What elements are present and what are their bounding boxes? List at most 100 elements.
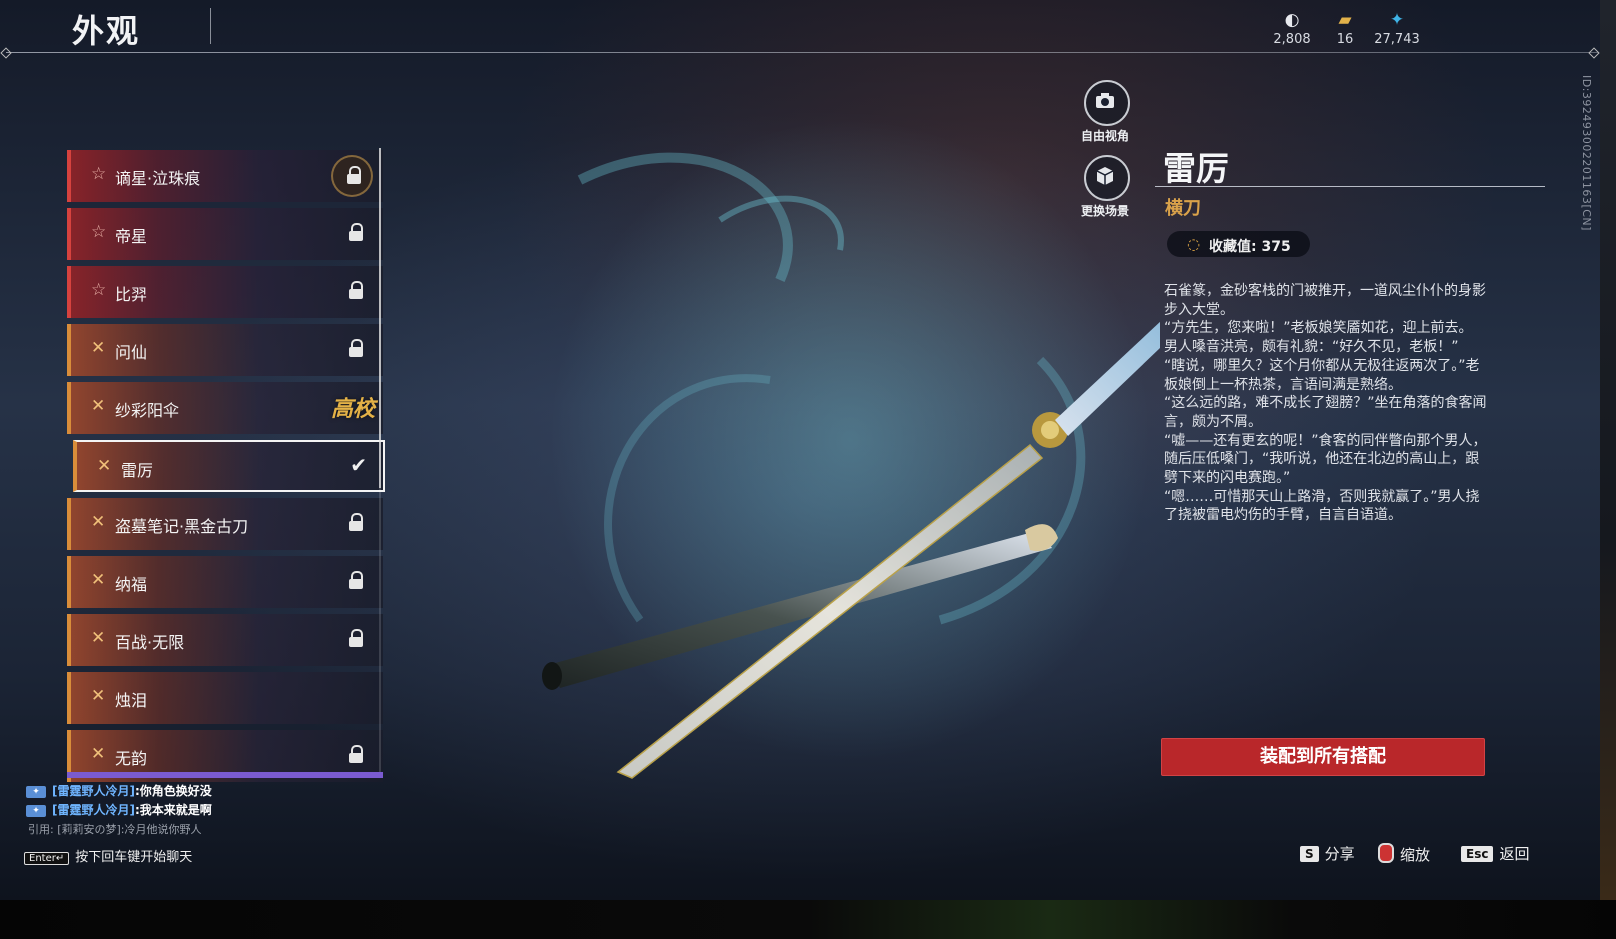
lore-paragraph: 石雀篆，金砂客栈的门被推开，一道风尘仆仆的身影步入大堂。 bbox=[1164, 283, 1486, 318]
camera-icon bbox=[1096, 93, 1114, 108]
star-outline-icon: ☆ bbox=[91, 222, 107, 242]
lock-icon bbox=[349, 339, 363, 357]
change-scene-label: 更换场景 bbox=[1080, 204, 1129, 218]
item-label: 盗墓笔记·黑金古刀 bbox=[115, 517, 249, 536]
item-label: 谪星·泣珠痕 bbox=[115, 169, 201, 188]
title-divider bbox=[210, 8, 211, 44]
chat-sender[interactable]: [雷霆野人冷月] bbox=[52, 803, 135, 817]
crossed-swords-icon: ✕ bbox=[97, 456, 112, 476]
item-label: 帝星 bbox=[115, 227, 148, 246]
list-item[interactable]: ✕ 纱彩阳伞 高校 bbox=[67, 382, 383, 434]
list-item[interactable]: ✕ 烛泪 bbox=[67, 672, 383, 724]
gold-ticket-icon: ▰ bbox=[1338, 10, 1352, 30]
collection-value: 收藏值: 375 bbox=[1209, 239, 1291, 255]
name-divider bbox=[1155, 186, 1545, 187]
back-hotkey[interactable]: Esc 返回 bbox=[1461, 843, 1529, 864]
weapon-model[interactable] bbox=[520, 60, 1160, 860]
item-label: 烛泪 bbox=[115, 691, 148, 710]
channel-tag-icon: ✦ bbox=[26, 804, 46, 817]
zoom-hotkey[interactable]: 缩放 bbox=[1378, 843, 1430, 865]
item-label: 雷厉 bbox=[121, 461, 154, 480]
currency-coins: ◐ 2,808 bbox=[1262, 10, 1322, 47]
crossed-swords-icon: ✕ bbox=[91, 686, 106, 706]
currency-value: 2,808 bbox=[1273, 32, 1311, 47]
list-item[interactable]: ✕ 百战·无限 bbox=[67, 614, 383, 666]
feather-icon: ✦ bbox=[1389, 10, 1405, 30]
star-outline-icon: ☆ bbox=[91, 164, 107, 184]
screen-edge bbox=[1600, 0, 1616, 900]
item-label: 问仙 bbox=[115, 343, 148, 362]
list-item-selected[interactable]: ✕ 雷厉 ✔ bbox=[73, 440, 385, 492]
appearance-list: ☆ 谪星·泣珠痕 ☆ 帝星 ☆ 比羿 ✕ 问仙 ✕ 纱彩阳伞 高校 ✕ 雷厉 ✔… bbox=[67, 150, 385, 788]
chat-input-hint[interactable]: Enter↵ 按下回车键开始聊天 bbox=[24, 846, 192, 865]
lore-paragraph: “瞎说，哪里久？这个月你都从无极往返两次了。”老板娘倒上一杯热茶，言语间满是熟络… bbox=[1164, 357, 1480, 393]
lore-paragraph: “这么远的路，难不成长了翅膀？”坐在角落的食客闻言，颇为不屑。 bbox=[1164, 395, 1487, 430]
crossed-swords-icon: ✕ bbox=[91, 396, 106, 416]
item-label: 纳福 bbox=[115, 575, 148, 594]
collection-value-badge: ◌ 收藏值: 375 bbox=[1167, 231, 1310, 257]
lore-paragraph: “嘘——还有更玄的呢！”食客的同伴瞥向那个男人，随后压低嗓门，“我听说，他还在北… bbox=[1164, 432, 1487, 487]
item-label: 比羿 bbox=[115, 285, 148, 304]
weapon-name: 雷厉 bbox=[1163, 149, 1229, 188]
lock-badge bbox=[331, 155, 373, 197]
list-item[interactable]: ☆ 谪星·泣珠痕 bbox=[67, 150, 383, 202]
chat-text: :你角色换好没 bbox=[134, 784, 212, 798]
free-view-button[interactable] bbox=[1084, 80, 1130, 126]
list-item[interactable]: ✕ 问仙 bbox=[67, 324, 383, 376]
zoom-label: 缩放 bbox=[1400, 846, 1431, 864]
list-item[interactable]: ✕ 盗墓笔记·黑金古刀 bbox=[67, 498, 383, 550]
item-label: 无韵 bbox=[115, 749, 148, 768]
weapon-type: 横刀 bbox=[1165, 198, 1201, 219]
chat-quote: 引用: [莉莉安の梦]:冷月他说你野人 bbox=[28, 823, 202, 836]
list-scrollbar-thumb[interactable] bbox=[379, 148, 381, 488]
page-title: 外观 bbox=[72, 12, 141, 50]
item-label: 百战·无限 bbox=[115, 633, 185, 652]
crossed-swords-icon: ✕ bbox=[91, 744, 106, 764]
chat-message: ✦ [雷霆野人冷月]:你角色换好没 bbox=[26, 782, 212, 801]
cube-icon bbox=[1096, 167, 1114, 185]
equip-all-button[interactable]: 装配到所有搭配 bbox=[1161, 738, 1485, 776]
top-divider bbox=[6, 52, 1598, 53]
lock-icon bbox=[347, 166, 361, 184]
crossed-swords-icon: ✕ bbox=[91, 628, 106, 648]
back-label: 返回 bbox=[1499, 845, 1530, 863]
lock-icon bbox=[349, 223, 363, 241]
collection-icon: ◌ bbox=[1187, 235, 1201, 253]
chat-message: ✦ [雷霆野人冷月]:我本来就是啊 bbox=[26, 801, 212, 820]
item-label: 纱彩阳伞 bbox=[115, 401, 180, 420]
channel-tag-icon: ✦ bbox=[26, 785, 46, 798]
crossed-swords-icon: ✕ bbox=[91, 512, 106, 532]
school-badge: 高校 bbox=[330, 397, 375, 422]
top-bar: 外观 ◐ 2,808 ▰ 16 ✦ 27,743 bbox=[0, 0, 1600, 59]
star-outline-icon: ☆ bbox=[91, 280, 107, 300]
crossed-swords-icon: ✕ bbox=[91, 570, 106, 590]
currency-feathers: ✦ 27,743 bbox=[1367, 10, 1427, 47]
chat-hint-text: 按下回车键开始聊天 bbox=[75, 850, 193, 865]
list-item[interactable]: ☆ 帝星 bbox=[67, 208, 383, 260]
list-item[interactable]: ✕ 纳福 bbox=[67, 556, 383, 608]
currency-value: 27,743 bbox=[1374, 32, 1420, 47]
change-scene-button[interactable] bbox=[1084, 155, 1130, 201]
free-view-label: 自由视角 bbox=[1080, 129, 1129, 143]
chat-sender[interactable]: [雷霆野人冷月] bbox=[52, 784, 135, 798]
lore-text: 石雀篆，金砂客栈的门被推开，一道风尘仆仆的身影步入大堂。 “方先生，您来啦！”老… bbox=[1164, 282, 1488, 525]
bottom-strip bbox=[0, 900, 1616, 939]
mouse-wheel-icon bbox=[1378, 843, 1394, 863]
lock-icon bbox=[349, 571, 363, 589]
share-label: 分享 bbox=[1324, 845, 1355, 863]
list-item[interactable]: ☆ 比羿 bbox=[67, 266, 383, 318]
lock-icon bbox=[349, 513, 363, 531]
chat-text: :我本来就是啊 bbox=[134, 803, 212, 817]
lore-paragraph: “方先生，您来啦！”老板娘笑靥如花，迎上前去。 bbox=[1164, 320, 1473, 337]
lock-icon bbox=[349, 745, 363, 763]
lock-icon bbox=[349, 629, 363, 647]
lock-icon bbox=[349, 281, 363, 299]
player-id: ID:392493002201163[CN] bbox=[1580, 75, 1593, 231]
chat-log: ✦ [雷霆野人冷月]:你角色换好没 ✦ [雷霆野人冷月]:我本来就是啊 引用: [莉… bbox=[26, 782, 212, 839]
next-item-peek bbox=[67, 772, 383, 778]
key-esc: Esc bbox=[1461, 846, 1494, 862]
enter-key-icon: Enter↵ bbox=[24, 852, 70, 865]
coin-stack-icon: ◐ bbox=[1284, 10, 1300, 30]
share-hotkey[interactable]: S 分享 bbox=[1300, 843, 1355, 864]
crossed-swords-icon: ✕ bbox=[91, 338, 106, 358]
